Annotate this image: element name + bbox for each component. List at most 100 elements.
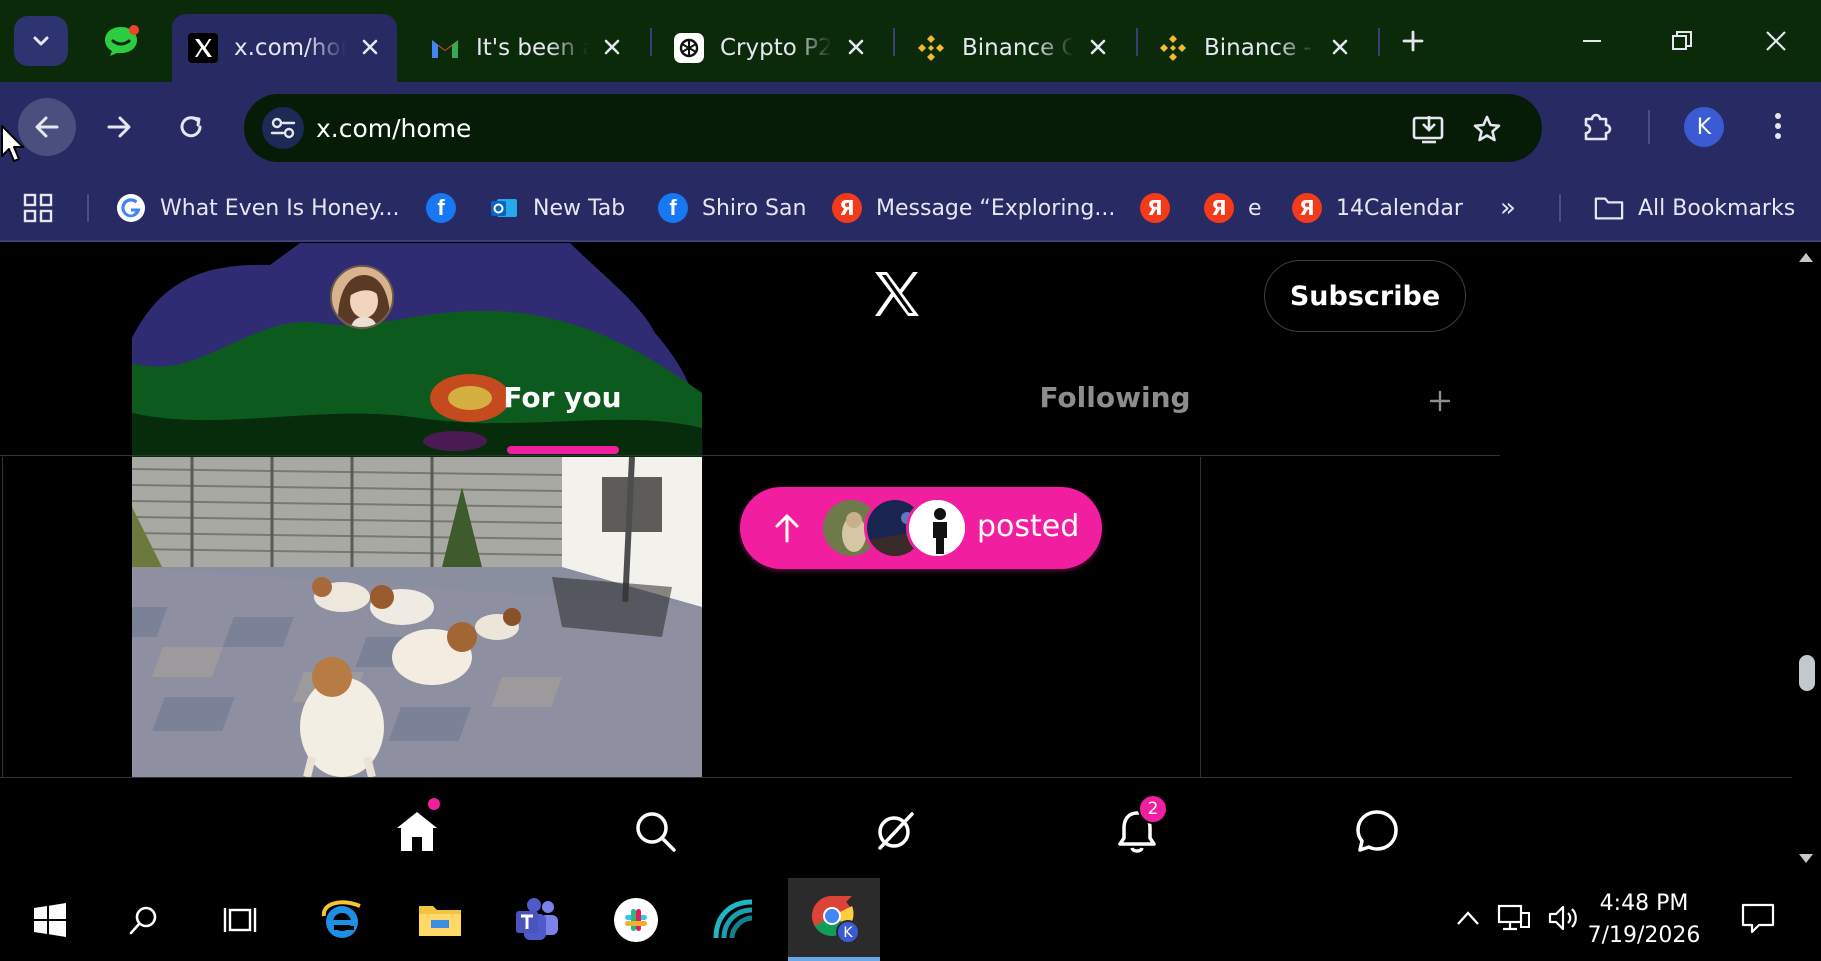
bookmark-label: What Even Is Honey... (160, 195, 400, 221)
show-hidden-icons-button[interactable] (1448, 898, 1488, 938)
chrome-app[interactable]: K (788, 878, 880, 961)
close-tab-icon[interactable] (1327, 34, 1353, 60)
minimize-button[interactable] (1562, 14, 1622, 68)
grok-button[interactable] (870, 806, 920, 856)
tab-title: Binance - (1204, 35, 1312, 61)
close-tab-icon[interactable] (599, 34, 625, 60)
network-button[interactable] (1494, 898, 1534, 938)
bookmark-label: Shiro San (702, 195, 807, 221)
start-button[interactable] (8, 878, 92, 961)
tab-strip: x.com/home It's been a Crypto P2P Binanc… (0, 0, 1821, 82)
user-avatar[interactable] (330, 265, 394, 329)
add-timeline-button[interactable] (1420, 381, 1460, 421)
bookmarks-divider (87, 194, 89, 222)
volume-button[interactable] (1544, 898, 1584, 938)
reload-button[interactable] (162, 98, 220, 156)
minimize-icon (1583, 40, 1601, 42)
profile-avatar[interactable]: K (1684, 107, 1724, 147)
close-tab-icon[interactable] (1085, 34, 1111, 60)
bookmark-item[interactable]: Я Message “Exploring... (832, 188, 1115, 228)
apps-grid-icon (23, 193, 53, 223)
task-view-icon (223, 907, 257, 932)
action-center-button[interactable] (1738, 898, 1778, 938)
bookmarks-overflow-button[interactable]: » (1500, 188, 1516, 228)
post-media-image[interactable] (132, 457, 702, 777)
close-window-button[interactable] (1746, 14, 1806, 68)
home-button[interactable] (392, 806, 442, 856)
arrow-up-icon (775, 514, 799, 543)
mouse-cursor-icon (1, 125, 24, 162)
divider (0, 455, 1500, 456)
close-tab-icon[interactable] (843, 34, 869, 60)
facebook-icon: f (658, 193, 688, 223)
x-logo-icon[interactable] (872, 269, 922, 319)
task-view-button[interactable] (198, 878, 282, 961)
restore-button[interactable] (1652, 14, 1712, 68)
tab-gmail[interactable]: It's been a (414, 14, 639, 82)
bookmark-item[interactable]: f (426, 188, 470, 228)
bookmark-label: Message “Exploring... (876, 195, 1116, 221)
search-icon (636, 812, 676, 852)
scrollbar[interactable] (1792, 243, 1821, 878)
gmail-icon (430, 33, 460, 63)
column-border (1200, 457, 1201, 777)
x-home-page: Subscribe For you Following posted 2 (0, 243, 1821, 878)
bookmark-star-icon[interactable] (1470, 112, 1504, 146)
google-icon (116, 193, 146, 223)
tab-for-you[interactable]: For you (420, 381, 705, 439)
tab-crypto[interactable]: Crypto P2P (658, 14, 883, 82)
url-text[interactable]: x.com/home (316, 114, 471, 143)
all-bookmarks-button[interactable]: All Bookmarks (1594, 188, 1795, 228)
subscribe-button[interactable]: Subscribe (1264, 260, 1466, 332)
posted-label: posted (977, 509, 1080, 544)
teams-app[interactable] (496, 878, 580, 961)
notifications-count-badge: 2 (1138, 794, 1168, 824)
tab-x-home[interactable]: x.com/home (172, 14, 397, 82)
bookmark-item[interactable]: Я (1140, 188, 1184, 228)
network-icon (1497, 904, 1530, 931)
bookmark-item[interactable]: f Shiro San (658, 188, 806, 228)
install-app-icon[interactable] (1412, 112, 1446, 146)
close-icon (1766, 31, 1786, 51)
new-tab-button[interactable] (1388, 16, 1438, 66)
wave-app[interactable] (692, 878, 776, 961)
wave-icon (713, 899, 753, 938)
tab-search-button[interactable] (14, 16, 68, 66)
binance-icon (1158, 33, 1188, 63)
bookmark-item[interactable]: What Even Is Honey... (116, 188, 399, 228)
chatgpt-icon (674, 33, 704, 63)
bookmark-item[interactable]: Я e (1204, 188, 1262, 228)
clock-date: 7/19/2026 (1587, 923, 1701, 948)
tab-binance-2[interactable]: Binance - (1142, 14, 1367, 82)
scrollbar-thumb[interactable] (1799, 655, 1815, 691)
internet-explorer-app[interactable] (300, 878, 384, 961)
slack-app[interactable] (594, 878, 678, 961)
tab-following[interactable]: Following (980, 381, 1250, 439)
chrome-icon: K (812, 895, 860, 944)
tab-separator (1378, 28, 1380, 56)
forward-button[interactable] (90, 98, 148, 156)
yandex-icon: Я (1140, 193, 1170, 223)
scroll-up-arrow-icon[interactable] (1798, 251, 1814, 263)
site-settings-icon[interactable] (262, 107, 304, 149)
system-clock[interactable]: 4:48 PM 7/19/2026 (1584, 888, 1704, 952)
address-bar[interactable]: x.com/home (244, 94, 1542, 162)
browser-menu-button[interactable] (1756, 104, 1800, 148)
back-button[interactable] (18, 98, 76, 156)
messages-button[interactable] (1352, 806, 1402, 856)
close-tab-icon[interactable] (357, 34, 383, 60)
file-explorer-app[interactable] (398, 878, 482, 961)
new-posts-pill[interactable]: posted (740, 487, 1102, 569)
notification-center-icon (1741, 903, 1775, 934)
pinned-tab[interactable] (84, 14, 158, 68)
search-button[interactable] (630, 806, 680, 856)
tab-binance-1[interactable]: Binance C (900, 14, 1125, 82)
apps-button[interactable] (22, 188, 54, 228)
bookmark-item[interactable]: Я 14Calendar (1292, 188, 1463, 228)
extensions-button[interactable] (1575, 104, 1619, 148)
arrow-right-icon (107, 116, 131, 138)
scroll-down-arrow-icon[interactable] (1798, 853, 1814, 865)
taskbar-search-button[interactable] (102, 878, 186, 961)
bookmark-item[interactable]: New Tab (489, 188, 625, 228)
bookmark-label: e (1248, 195, 1262, 221)
